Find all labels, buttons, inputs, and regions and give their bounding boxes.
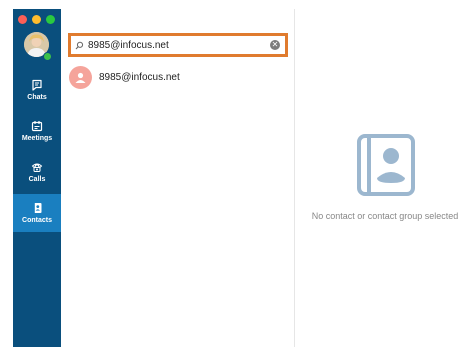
zoom-window-button[interactable]: [46, 15, 55, 24]
contact-avatar: [69, 65, 92, 89]
sidebar-item-label: Chats: [27, 94, 47, 101]
clear-search-icon[interactable]: ✕: [270, 40, 280, 50]
search-input[interactable]: [84, 39, 264, 51]
contact-name: 8985@infocus.net: [99, 71, 180, 83]
sidebar-item-calls[interactable]: Calls: [13, 153, 61, 191]
contact-book-empty-icon: [353, 133, 417, 202]
sidebar-item-label: Meetings: [21, 135, 53, 142]
close-window-button[interactable]: [18, 15, 27, 24]
window-controls: [18, 15, 55, 24]
search-box: ✕: [68, 33, 288, 57]
phone-icon: [31, 163, 43, 172]
presence-status-icon: [43, 52, 52, 61]
empty-state-message: No contact or contact group selected: [311, 211, 459, 221]
calendar-icon: [31, 121, 43, 132]
sidebar-item-meetings[interactable]: Meetings: [13, 112, 61, 150]
sidebar-item-label: Contacts: [22, 217, 52, 224]
sidebar-item-chats[interactable]: Chats: [13, 71, 61, 109]
sidebar: Chats Meetings Calls Contacts: [13, 9, 61, 347]
contacts-book-icon: [33, 203, 42, 213]
chat-icon: [32, 79, 42, 91]
contact-detail-pane: No contact or contact group selected: [295, 9, 475, 347]
search-icon: [75, 41, 84, 50]
sidebar-item-contacts[interactable]: Contacts: [13, 194, 61, 232]
minimize-window-button[interactable]: [32, 15, 41, 24]
contacts-list-pane: ✕ 8985@infocus.net: [61, 9, 295, 347]
person-icon: [75, 72, 86, 83]
sidebar-item-label: Calls: [28, 176, 46, 183]
list-item[interactable]: 8985@infocus.net: [61, 63, 294, 91]
